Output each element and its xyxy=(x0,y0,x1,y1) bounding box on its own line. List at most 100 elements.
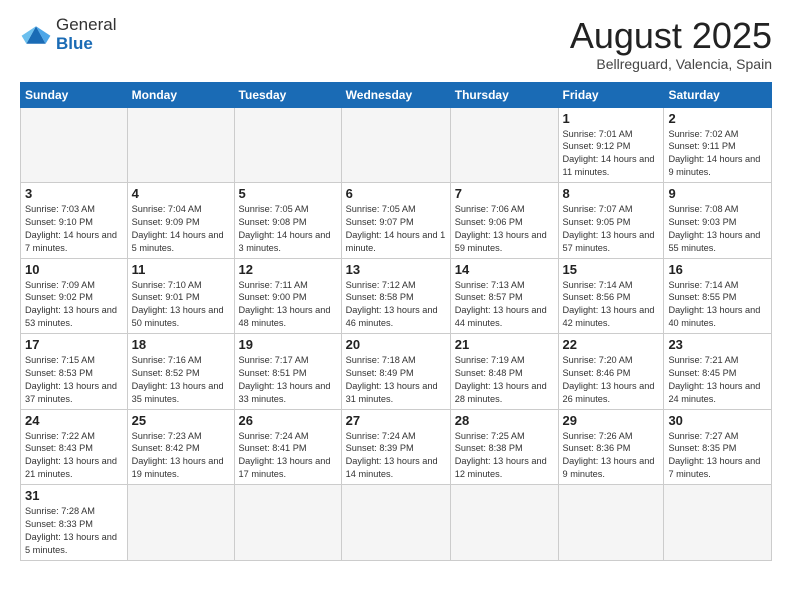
day-number: 24 xyxy=(25,413,123,428)
day-number: 9 xyxy=(668,186,767,201)
day-number: 18 xyxy=(132,337,230,352)
day-info: Sunrise: 7:18 AM Sunset: 8:49 PM Dayligh… xyxy=(346,354,446,406)
weekday-header-row: SundayMondayTuesdayWednesdayThursdayFrid… xyxy=(21,82,772,107)
calendar-cell: 7 Sunrise: 7:06 AM Sunset: 9:06 PM Daylig… xyxy=(450,183,558,259)
day-info: Sunrise: 7:06 AM Sunset: 9:06 PM Dayligh… xyxy=(455,203,554,255)
page: General Blue August 2025 Bellreguard, Va… xyxy=(0,0,792,612)
calendar-cell: 28Sunrise: 7:25 AM Sunset: 8:38 PM Dayli… xyxy=(450,409,558,485)
weekday-header-thursday: Thursday xyxy=(450,82,558,107)
day-number: 20 xyxy=(346,337,446,352)
calendar-cell: 12Sunrise: 7:11 AM Sunset: 9:00 PM Dayli… xyxy=(234,258,341,334)
calendar-cell: 19 Sunrise: 7:17 AM Sunset: 8:51 PM Dayli… xyxy=(234,334,341,410)
calendar-cell: 3 Sunrise: 7:03 AM Sunset: 9:10 PM Daylig… xyxy=(21,183,128,259)
day-number: 14 xyxy=(455,262,554,277)
day-info: Sunrise: 7:08 AM Sunset: 9:03 PM Dayligh… xyxy=(668,203,767,255)
day-number: 28 xyxy=(455,413,554,428)
calendar-cell: 13Sunrise: 7:12 AM Sunset: 8:58 PM Dayli… xyxy=(341,258,450,334)
day-info: Sunrise: 7:03 AM Sunset: 9:10 PM Dayligh… xyxy=(25,203,123,255)
logo-icon xyxy=(20,21,52,49)
day-info: Sunrise: 7:10 AM Sunset: 9:01 PM Dayligh… xyxy=(132,279,230,331)
day-info: Sunrise: 7:01 AM Sunset: 9:12 PM Dayligh… xyxy=(563,128,660,180)
calendar-cell: 10Sunrise: 7:09 AM Sunset: 9:02 PM Dayli… xyxy=(21,258,128,334)
calendar-cell: 2Sunrise: 7:02 AM Sunset: 9:11 PM Daylig… xyxy=(664,107,772,183)
day-info: Sunrise: 7:04 AM Sunset: 9:09 PM Dayligh… xyxy=(132,203,230,255)
day-info: Sunrise: 7:26 AM Sunset: 8:36 PM Dayligh… xyxy=(563,430,660,482)
day-info: Sunrise: 7:17 AM Sunset: 8:51 PM Dayligh… xyxy=(239,354,337,406)
day-info: Sunrise: 7:07 AM Sunset: 9:05 PM Dayligh… xyxy=(563,203,660,255)
day-number: 4 xyxy=(132,186,230,201)
day-info: Sunrise: 7:27 AM Sunset: 8:35 PM Dayligh… xyxy=(668,430,767,482)
calendar-cell: 22Sunrise: 7:20 AM Sunset: 8:46 PM Dayli… xyxy=(558,334,664,410)
day-info: Sunrise: 7:24 AM Sunset: 8:39 PM Dayligh… xyxy=(346,430,446,482)
calendar-cell xyxy=(664,485,772,561)
calendar-cell xyxy=(341,485,450,561)
day-number: 6 xyxy=(346,186,446,201)
day-info: Sunrise: 7:05 AM Sunset: 9:07 PM Dayligh… xyxy=(346,203,446,255)
calendar-cell xyxy=(234,107,341,183)
day-number: 12 xyxy=(239,262,337,277)
calendar-cell: 9 Sunrise: 7:08 AM Sunset: 9:03 PM Daylig… xyxy=(664,183,772,259)
weekday-header-saturday: Saturday xyxy=(664,82,772,107)
day-info: Sunrise: 7:24 AM Sunset: 8:41 PM Dayligh… xyxy=(239,430,337,482)
day-number: 27 xyxy=(346,413,446,428)
day-number: 5 xyxy=(239,186,337,201)
day-info: Sunrise: 7:05 AM Sunset: 9:08 PM Dayligh… xyxy=(239,203,337,255)
calendar-cell xyxy=(341,107,450,183)
calendar-cell xyxy=(558,485,664,561)
calendar-cell: 4 Sunrise: 7:04 AM Sunset: 9:09 PM Daylig… xyxy=(127,183,234,259)
calendar-cell: 29 Sunrise: 7:26 AM Sunset: 8:36 PM Dayli… xyxy=(558,409,664,485)
week-row-1: 1 Sunrise: 7:01 AM Sunset: 9:12 PM Daylig… xyxy=(21,107,772,183)
day-number: 15 xyxy=(563,262,660,277)
calendar-cell: 20 Sunrise: 7:18 AM Sunset: 8:49 PM Dayli… xyxy=(341,334,450,410)
title-block: August 2025 Bellreguard, Valencia, Spain xyxy=(570,16,772,72)
calendar-cell: 24Sunrise: 7:22 AM Sunset: 8:43 PM Dayli… xyxy=(21,409,128,485)
calendar-cell: 11 Sunrise: 7:10 AM Sunset: 9:01 PM Dayli… xyxy=(127,258,234,334)
day-info: Sunrise: 7:28 AM Sunset: 8:33 PM Dayligh… xyxy=(25,505,123,557)
calendar-cell: 23Sunrise: 7:21 AM Sunset: 8:45 PM Dayli… xyxy=(664,334,772,410)
day-info: Sunrise: 7:14 AM Sunset: 8:55 PM Dayligh… xyxy=(668,279,767,331)
day-number: 21 xyxy=(455,337,554,352)
calendar-cell: 26 Sunrise: 7:24 AM Sunset: 8:41 PM Dayli… xyxy=(234,409,341,485)
calendar-cell xyxy=(127,485,234,561)
day-number: 29 xyxy=(563,413,660,428)
calendar-cell: 27 Sunrise: 7:24 AM Sunset: 8:39 PM Dayli… xyxy=(341,409,450,485)
day-info: Sunrise: 7:15 AM Sunset: 8:53 PM Dayligh… xyxy=(25,354,123,406)
calendar-cell: 1 Sunrise: 7:01 AM Sunset: 9:12 PM Daylig… xyxy=(558,107,664,183)
week-row-2: 3 Sunrise: 7:03 AM Sunset: 9:10 PM Daylig… xyxy=(21,183,772,259)
calendar-cell xyxy=(450,107,558,183)
weekday-header-friday: Friday xyxy=(558,82,664,107)
week-row-4: 17Sunrise: 7:15 AM Sunset: 8:53 PM Dayli… xyxy=(21,334,772,410)
logo-text: General Blue xyxy=(56,16,116,53)
calendar-cell: 17Sunrise: 7:15 AM Sunset: 8:53 PM Dayli… xyxy=(21,334,128,410)
calendar-cell: 16Sunrise: 7:14 AM Sunset: 8:55 PM Dayli… xyxy=(664,258,772,334)
day-number: 11 xyxy=(132,262,230,277)
day-number: 23 xyxy=(668,337,767,352)
day-info: Sunrise: 7:13 AM Sunset: 8:57 PM Dayligh… xyxy=(455,279,554,331)
calendar-cell: 5 Sunrise: 7:05 AM Sunset: 9:08 PM Daylig… xyxy=(234,183,341,259)
day-number: 22 xyxy=(563,337,660,352)
day-info: Sunrise: 7:23 AM Sunset: 8:42 PM Dayligh… xyxy=(132,430,230,482)
day-number: 10 xyxy=(25,262,123,277)
day-number: 3 xyxy=(25,186,123,201)
calendar-cell: 18 Sunrise: 7:16 AM Sunset: 8:52 PM Dayli… xyxy=(127,334,234,410)
calendar-cell xyxy=(234,485,341,561)
day-info: Sunrise: 7:14 AM Sunset: 8:56 PM Dayligh… xyxy=(563,279,660,331)
day-number: 2 xyxy=(668,111,767,126)
week-row-6: 31 Sunrise: 7:28 AM Sunset: 8:33 PM Dayli… xyxy=(21,485,772,561)
calendar-cell: 30Sunrise: 7:27 AM Sunset: 8:35 PM Dayli… xyxy=(664,409,772,485)
day-number: 26 xyxy=(239,413,337,428)
calendar-cell: 15 Sunrise: 7:14 AM Sunset: 8:56 PM Dayli… xyxy=(558,258,664,334)
day-info: Sunrise: 7:16 AM Sunset: 8:52 PM Dayligh… xyxy=(132,354,230,406)
calendar-cell: 8Sunrise: 7:07 AM Sunset: 9:05 PM Daylig… xyxy=(558,183,664,259)
weekday-header-tuesday: Tuesday xyxy=(234,82,341,107)
day-number: 31 xyxy=(25,488,123,503)
weekday-header-wednesday: Wednesday xyxy=(341,82,450,107)
calendar-cell xyxy=(127,107,234,183)
calendar-cell: 21Sunrise: 7:19 AM Sunset: 8:48 PM Dayli… xyxy=(450,334,558,410)
day-info: Sunrise: 7:12 AM Sunset: 8:58 PM Dayligh… xyxy=(346,279,446,331)
weekday-header-sunday: Sunday xyxy=(21,82,128,107)
calendar-cell xyxy=(21,107,128,183)
day-number: 19 xyxy=(239,337,337,352)
day-number: 7 xyxy=(455,186,554,201)
day-number: 1 xyxy=(563,111,660,126)
